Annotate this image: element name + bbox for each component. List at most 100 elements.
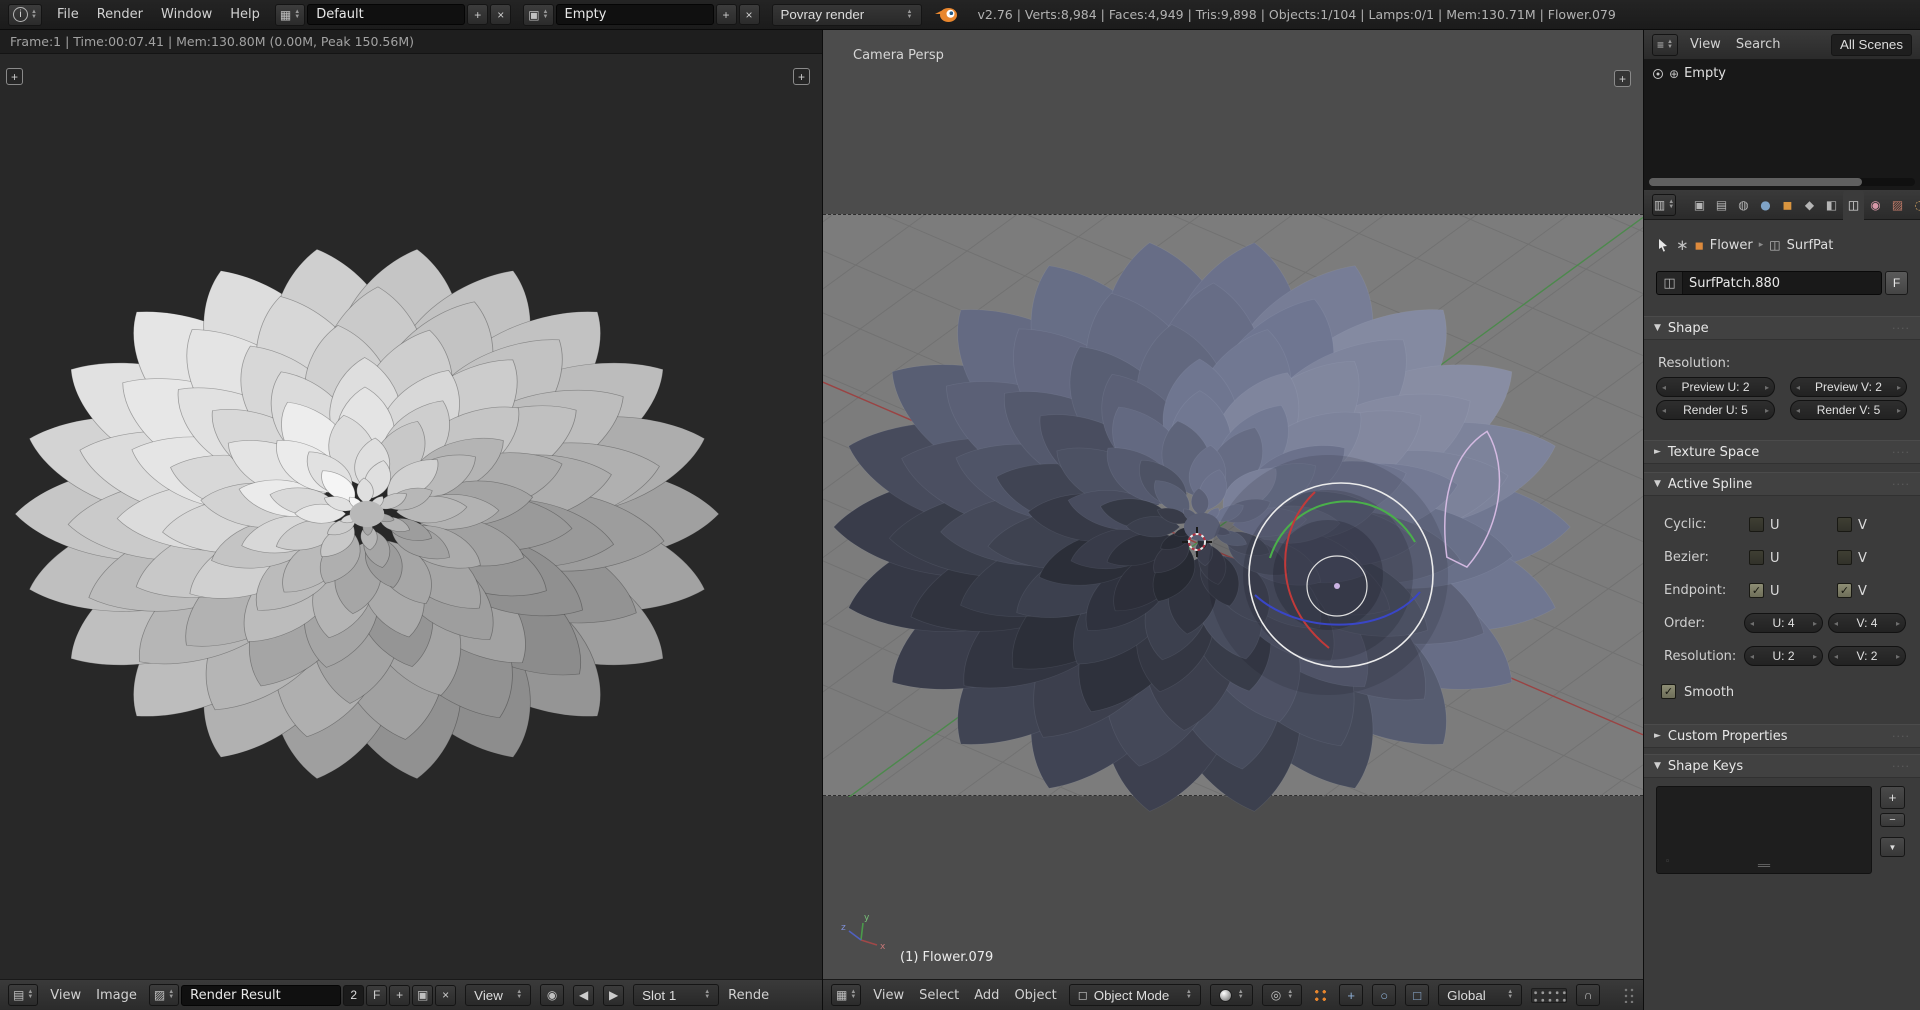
tab-render-layers[interactable]: ▤ <box>1711 190 1732 220</box>
surface-name-field[interactable]: ◫ SurfPatch.880 <box>1656 271 1882 295</box>
panel-header-active-spline[interactable]: ▼ Active Spline ···· <box>1644 472 1920 496</box>
tab-object[interactable]: ◼ <box>1777 190 1798 220</box>
menu-view[interactable]: View <box>47 988 84 1003</box>
header-grip[interactable] <box>1623 987 1635 1003</box>
region-expand-button[interactable]: + <box>793 68 810 85</box>
remove-shape-key-button[interactable]: − <box>1880 813 1905 827</box>
tab-modifiers[interactable]: ◧ <box>1821 190 1842 220</box>
render-slot-select[interactable]: Slot 1 ▲▼ <box>633 984 719 1006</box>
panel-header-shape[interactable]: ▼ Shape ···· <box>1644 316 1920 340</box>
cyclic-v-checkbox[interactable] <box>1837 517 1852 532</box>
smooth-checkbox[interactable] <box>1661 684 1676 699</box>
list-resize-grip[interactable]: ══ <box>1758 861 1770 872</box>
slot-next-button[interactable]: ▶ <box>603 985 624 1006</box>
cyclic-u-checkbox[interactable] <box>1749 517 1764 532</box>
menu-view[interactable]: View <box>870 988 907 1003</box>
region-expand-button[interactable]: + <box>1614 70 1631 87</box>
snap-icon[interactable] <box>1313 988 1328 1003</box>
region-expand-button[interactable]: + <box>6 68 23 85</box>
fake-user-button[interactable]: F <box>366 985 387 1006</box>
menu-search[interactable]: Search <box>1733 37 1784 52</box>
viewport-shading-select[interactable]: ▲▼ <box>1210 984 1253 1006</box>
tab-texture[interactable]: ▨ <box>1887 190 1908 220</box>
pivot-select[interactable]: ◎ ▲▼ <box>1262 984 1302 1006</box>
endpoint-v-checkbox[interactable] <box>1837 583 1852 598</box>
tab-material[interactable]: ◉ <box>1865 190 1886 220</box>
display-channels-select[interactable]: View ▲▼ <box>465 984 531 1006</box>
resolution-u-field[interactable]: U: 2 <box>1744 646 1823 666</box>
info-editor-type-button[interactable]: i ▲▼ <box>8 4 42 26</box>
outliner-item-empty[interactable]: ⊕ Empty <box>1644 60 1920 87</box>
shape-key-specials-button[interactable]: ▼ <box>1880 837 1905 857</box>
menu-object[interactable]: Object <box>1011 988 1059 1003</box>
panel-header-shape-keys[interactable]: ▼ Shape Keys ···· <box>1644 754 1920 778</box>
shape-keys-list[interactable]: ◦ ══ <box>1656 786 1872 874</box>
tab-world[interactable]: ● <box>1755 190 1776 220</box>
image-name-field[interactable]: Render Result <box>181 985 341 1006</box>
unlink-image-button[interactable]: × <box>435 985 456 1006</box>
orientation-select[interactable]: Global ▲▼ <box>1438 984 1522 1006</box>
order-u-field[interactable]: U: 4 <box>1744 613 1823 633</box>
fake-user-button[interactable]: F <box>1885 271 1908 295</box>
bezier-u-checkbox[interactable] <box>1749 550 1764 565</box>
screen-layout-browse-button[interactable]: ▦ ▲▼ <box>275 4 305 26</box>
outliner-display-select[interactable]: All Scenes <box>1831 34 1912 56</box>
screen-layout-add-button[interactable]: + <box>467 4 488 25</box>
screen-layout-close-button[interactable]: × <box>490 4 511 25</box>
tab-constraints[interactable]: ◆ <box>1799 190 1820 220</box>
rotate-manipulator-button[interactable]: ○ <box>1372 984 1396 1006</box>
breadcrumb-data[interactable]: SurfPat <box>1787 238 1834 253</box>
image-users-button[interactable]: 2 <box>343 985 364 1006</box>
render-v-field[interactable]: Render V: 5 <box>1790 400 1907 420</box>
scene-add-button[interactable]: + <box>716 4 737 25</box>
image-browse-button[interactable]: ▨ ▲▼ <box>149 984 179 1006</box>
menu-add[interactable]: Add <box>971 988 1002 1003</box>
scene-close-button[interactable]: × <box>739 4 760 25</box>
layers-widget[interactable] <box>1531 988 1567 1003</box>
add-shape-key-button[interactable]: + <box>1880 786 1905 809</box>
endpoint-u-checkbox[interactable] <box>1749 583 1764 598</box>
editor-type-button[interactable]: ▤ ▲▼ <box>8 984 38 1006</box>
pack-image-button[interactable]: ▣ <box>412 985 433 1006</box>
editor-type-button[interactable]: ▥ ▲▼ <box>1652 194 1676 216</box>
slot-prev-button[interactable]: ◀ <box>573 985 594 1006</box>
menu-help[interactable]: Help <box>227 7 263 22</box>
outliner-scrollbar[interactable] <box>1649 178 1915 186</box>
screen-layout-field[interactable]: Default <box>307 4 465 25</box>
menu-render[interactable]: Render <box>94 7 146 22</box>
translate-manipulator-button[interactable]: + <box>1339 984 1363 1006</box>
mode-select[interactable]: ◻ Object Mode ▲▼ <box>1069 984 1201 1006</box>
info-bar: i ▲▼ File Render Window Help ▦ ▲▼ Defaul… <box>0 0 1920 30</box>
breadcrumb-object[interactable]: Flower <box>1710 238 1753 253</box>
render-engine-select[interactable]: Povray render ▲▼ <box>772 4 922 26</box>
order-v-field[interactable]: V: 4 <box>1828 613 1906 633</box>
preview-u-field[interactable]: Preview U: 2 <box>1656 377 1775 397</box>
tab-physics[interactable]: ◌ <box>1909 190 1920 220</box>
menu-window[interactable]: Window <box>158 7 215 22</box>
tab-object-data[interactable]: ◫ <box>1843 190 1864 220</box>
panel-header-custom-properties[interactable]: ► Custom Properties ···· <box>1644 724 1920 748</box>
scene-name-field[interactable]: Empty <box>556 4 714 25</box>
scene-browse-button[interactable]: ▣ ▲▼ <box>523 4 553 26</box>
triangle-right-icon: ► <box>1654 447 1661 457</box>
scale-manipulator-button[interactable]: □ <box>1405 984 1429 1006</box>
tab-scene[interactable]: ◍ <box>1733 190 1754 220</box>
preview-v-field[interactable]: Preview V: 2 <box>1790 377 1907 397</box>
menu-select[interactable]: Select <box>916 988 962 1003</box>
new-image-button[interactable]: + <box>389 985 410 1006</box>
scrollbar-thumb[interactable] <box>1649 178 1862 186</box>
viewport-3d[interactable]: xyz Camera Persp (1) Flower.079 + <box>823 30 1643 979</box>
editor-type-button[interactable]: ≡ ▲▼ <box>1652 34 1678 56</box>
editor-type-button[interactable]: ▦ ▲▼ <box>831 984 861 1006</box>
resolution-v-field[interactable]: V: 2 <box>1828 646 1906 666</box>
triangle-down-icon: ▼ <box>1654 761 1661 771</box>
panel-header-texture-space[interactable]: ► Texture Space ···· <box>1644 440 1920 464</box>
menu-image[interactable]: Image <box>93 988 140 1003</box>
menu-file[interactable]: File <box>54 7 82 22</box>
snap-magnet-button[interactable]: ∩ <box>1576 984 1600 1006</box>
pin-button[interactable]: ◉ <box>540 984 564 1006</box>
tab-render[interactable]: ▣ <box>1689 190 1710 220</box>
bezier-v-checkbox[interactable] <box>1837 550 1852 565</box>
menu-view[interactable]: View <box>1687 37 1724 52</box>
render-u-field[interactable]: Render U: 5 <box>1656 400 1775 420</box>
